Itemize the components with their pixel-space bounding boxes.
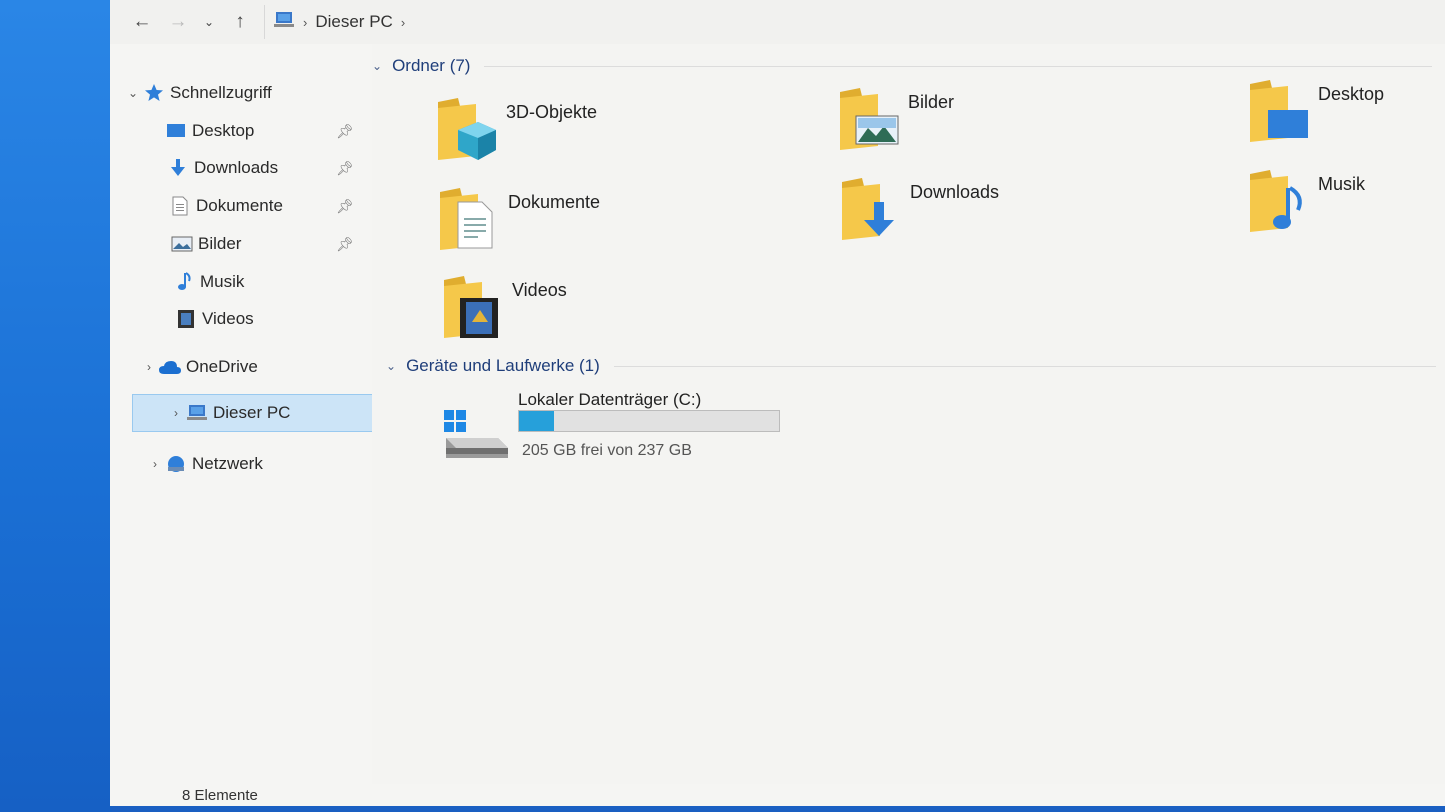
folder-3d-objects[interactable]: 3D-Objekte <box>436 94 816 174</box>
chevron-right-icon[interactable]: › <box>140 360 158 374</box>
sidebar-item-label: OneDrive <box>186 357 258 376</box>
folder-document-icon <box>440 188 493 250</box>
content-pane: ⌄ Ordner (7) 3D-Objekte Bilder Desktop D… <box>372 44 1445 786</box>
folder-label: Videos <box>512 280 567 300</box>
pin-icon[interactable]: 📌︎ <box>336 198 354 215</box>
folder-label: Musik <box>1318 174 1366 194</box>
folder-label: Downloads <box>910 182 1000 202</box>
cloud-icon <box>158 357 182 377</box>
drive-usage-fill <box>519 411 555 431</box>
folders-group-header[interactable]: ⌄ Ordner (7) <box>372 56 1432 76</box>
folder-landscape-icon <box>840 88 899 150</box>
pin-icon[interactable]: 📌︎ <box>336 123 354 140</box>
desktop-icon <box>164 121 188 141</box>
chevron-right-icon[interactable]: › <box>146 457 164 471</box>
folder-label: Dokumente <box>508 192 601 212</box>
arrow-right-icon: → <box>168 11 188 32</box>
folder-music-icon <box>1250 170 1302 232</box>
sidebar-item-pictures[interactable]: Bilder 📌︎ <box>110 225 370 263</box>
music-icon <box>172 272 196 292</box>
document-icon <box>168 196 192 216</box>
group-title: Geräte und Laufwerke (1) <box>406 356 600 375</box>
back-button[interactable]: ← <box>124 6 160 38</box>
folder-label: Bilder <box>908 92 955 112</box>
breadcrumb-separator: › <box>303 14 308 30</box>
chevron-right-icon[interactable]: › <box>167 406 185 420</box>
breadcrumb-this-pc[interactable]: Dieser PC <box>315 12 392 32</box>
sidebar-item-label: Dieser PC <box>213 403 291 422</box>
group-divider <box>484 65 1432 67</box>
address-field[interactable]: › Dieser PC › <box>264 5 1445 39</box>
sidebar-item-label: Dokumente <box>196 196 283 215</box>
sidebar-item-onedrive[interactable]: › OneDrive <box>110 348 370 386</box>
folder-desktop-icon <box>1250 80 1308 142</box>
folder-videos[interactable]: Videos <box>442 272 822 352</box>
drive-c[interactable]: Lokaler Datenträger (C:) 205 GB frei von… <box>442 386 842 466</box>
folder-label: Desktop <box>1318 84 1385 104</box>
navigation-pane: ⌄ Schnellzugriff Desktop 📌︎ Downloads 📌︎… <box>110 44 392 786</box>
chevron-down-icon: ⌄ <box>203 15 215 29</box>
sidebar-item-desktop[interactable]: Desktop 📌︎ <box>110 112 370 150</box>
video-icon <box>174 309 198 329</box>
sidebar-item-music[interactable]: Musik <box>110 263 370 301</box>
computer-icon <box>273 11 295 34</box>
drive-icon <box>444 410 508 458</box>
sidebar-item-label: Schnellzugriff <box>170 83 272 102</box>
download-icon <box>166 158 190 178</box>
group-title: Ordner (7) <box>392 56 471 75</box>
pin-icon[interactable]: 📌︎ <box>336 160 354 177</box>
drive-usage-bar <box>518 410 780 432</box>
sidebar-item-label: Netzwerk <box>192 454 263 473</box>
address-bar: ← → ⌄ ↑ › Dieser PC › <box>110 0 1445 44</box>
pictures-icon <box>170 234 194 254</box>
computer-icon <box>185 403 209 423</box>
chevron-down-icon[interactable]: ⌄ <box>386 359 396 373</box>
folder-documents[interactable]: Dokumente <box>438 184 818 264</box>
folder-music[interactable]: Musik <box>1248 166 1445 246</box>
arrow-left-icon: ← <box>132 11 152 32</box>
chevron-down-icon[interactable]: ⌄ <box>372 59 382 73</box>
forward-button[interactable]: → <box>160 6 196 38</box>
breadcrumb-separator: › <box>400 14 406 30</box>
chevron-down-icon[interactable]: ⌄ <box>124 86 142 100</box>
drive-name: Lokaler Datenträger (C:) <box>518 390 702 409</box>
star-icon <box>142 83 166 103</box>
folder-label: 3D-Objekte <box>506 102 598 122</box>
devices-group-header[interactable]: ⌄ Geräte und Laufwerke (1) <box>386 356 1436 376</box>
sidebar-item-videos[interactable]: Videos <box>110 300 370 338</box>
drive-free-space: 205 GB frei von 237 GB <box>522 442 692 459</box>
status-bar: 8 Elemente <box>110 784 1445 806</box>
desktop-background <box>0 0 112 812</box>
network-icon <box>164 454 188 474</box>
folder-downloads[interactable]: Downloads <box>840 174 1220 254</box>
sidebar-item-label: Bilder <box>198 234 242 253</box>
sidebar-item-network[interactable]: › Netzwerk <box>110 445 370 483</box>
folder-film-icon <box>444 276 498 338</box>
sidebar-item-label: Downloads <box>194 158 279 177</box>
folder-download-icon <box>842 178 894 240</box>
item-count: 8 Elemente <box>182 786 258 804</box>
explorer-window: ← → ⌄ ↑ › Dieser PC › ⌄ Schnellzugriff D… <box>110 0 1445 806</box>
folder-pictures[interactable]: Bilder <box>838 84 1218 164</box>
sidebar-item-documents[interactable]: Dokumente 📌︎ <box>110 187 370 225</box>
sidebar-item-label: Musik <box>200 272 245 291</box>
pin-icon[interactable]: 📌︎ <box>336 236 354 253</box>
recent-locations-button[interactable]: ⌄ <box>196 6 222 38</box>
folder-cube-icon <box>438 98 496 160</box>
sidebar-item-label: Videos <box>202 309 254 328</box>
folder-desktop[interactable]: Desktop <box>1248 76 1445 156</box>
sidebar-item-this-pc[interactable]: › Dieser PC <box>132 394 392 432</box>
taskbar-edge <box>112 806 1445 812</box>
up-button[interactable]: ↑ <box>222 6 258 38</box>
group-divider <box>613 365 1436 367</box>
sidebar-item-downloads[interactable]: Downloads 📌︎ <box>110 149 370 187</box>
sidebar-item-quick-access[interactable]: ⌄ Schnellzugriff <box>110 74 370 112</box>
sidebar-item-label: Desktop <box>192 121 255 140</box>
arrow-up-icon: ↑ <box>235 11 245 32</box>
